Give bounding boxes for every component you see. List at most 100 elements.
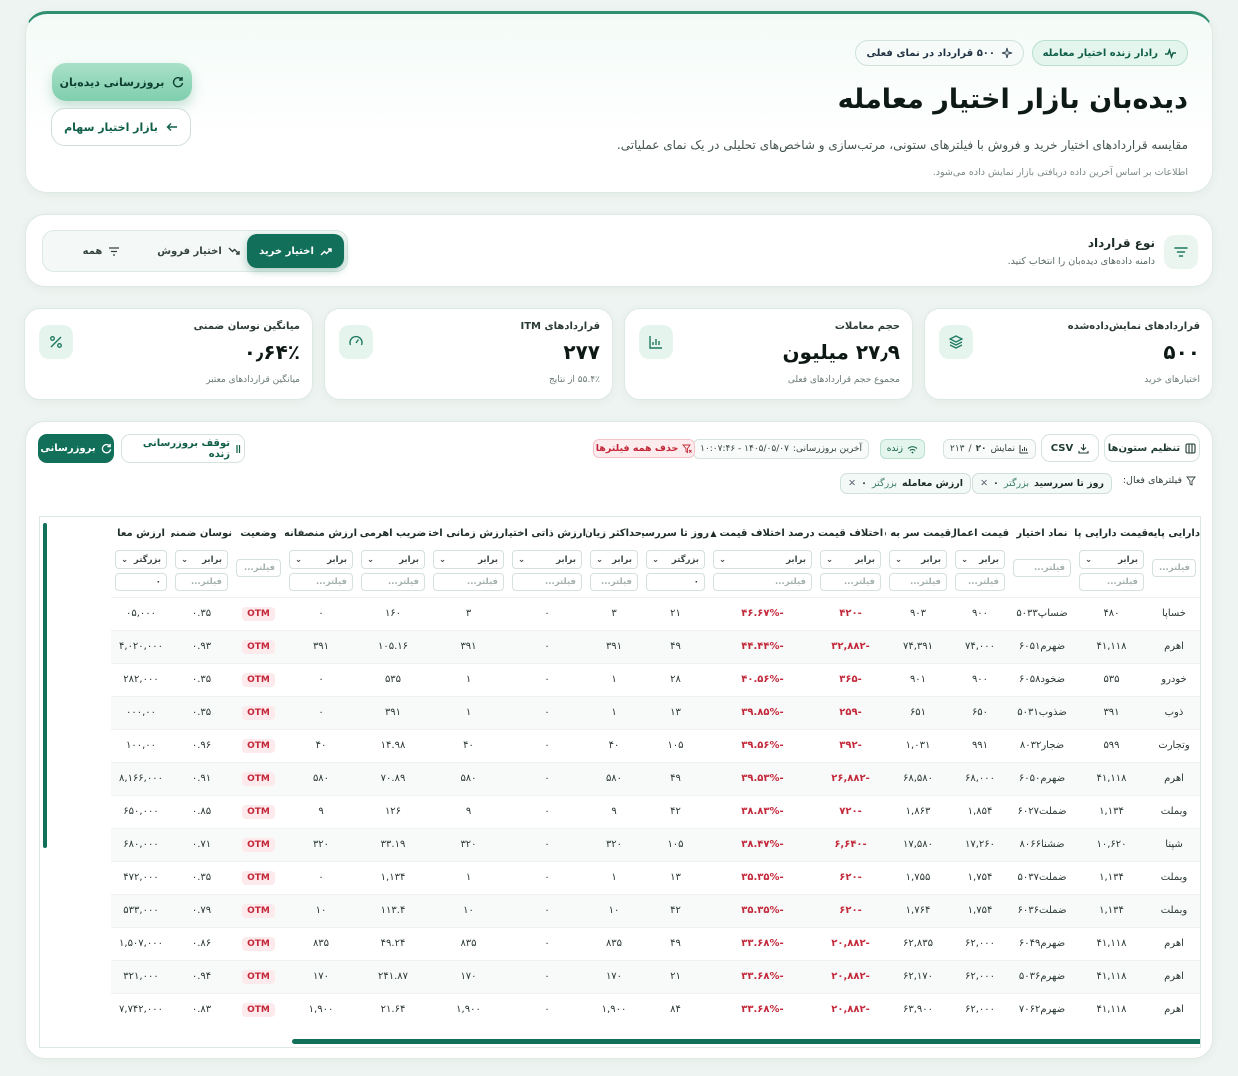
filter-value-input[interactable]: فیلتر... xyxy=(289,573,353,591)
table-cell: ۱۱۳.۴ xyxy=(357,893,429,927)
filter-operator-select[interactable]: برابر ⌄ xyxy=(433,550,504,569)
table-cell: -۷۲۰ xyxy=(816,794,885,828)
table-row[interactable]: وبملت ۱,۱۳۴ ضملت۵۰۳۷ ۱,۷۵۴ ۱,۷۵۵ -۶۲۰ -۳۵.۳۵% ۱… xyxy=(111,860,1200,894)
filter-operator-select[interactable]: برابر ⌄ xyxy=(361,550,425,569)
filter-value-input[interactable]: فیلتر... xyxy=(1079,573,1144,591)
table-cell: ۶۵۱ xyxy=(885,695,951,729)
segment-call[interactable]: اختیار خرید xyxy=(247,234,344,268)
filter-value-input[interactable]: فیلتر... xyxy=(955,573,1005,591)
stock-options-button[interactable]: بازار اختیار سهام xyxy=(51,108,191,146)
horizontal-scrollbar[interactable] xyxy=(292,1039,1200,1044)
table-cell: ۱۷۰ xyxy=(429,959,508,993)
close-icon[interactable]: ✕ xyxy=(848,478,856,489)
filter-value-input[interactable]: فیلتر... xyxy=(175,573,228,591)
status-badge: OTM xyxy=(242,936,275,951)
filter-operator-select[interactable]: برابر ⌄ xyxy=(955,550,1005,569)
segment-put[interactable]: اختیار فروش xyxy=(150,234,247,268)
column-header[interactable]: درصد اختلاف قیمت▲ xyxy=(709,517,816,545)
column-header[interactable]: قیمت اعمال xyxy=(951,517,1009,545)
table-row[interactable]: اهرم ۴۱,۱۱۸ ضهرم۶۰۵۰ ۶۸,۰۰۰ ۶۸,۵۸۰ -۲۶,۸۸۲ -۳۹… xyxy=(111,761,1200,795)
filter-value-input[interactable]: فیلتر... xyxy=(512,573,582,591)
table-cell: ۴۲ xyxy=(642,893,709,927)
table-cell: ۵۹۹ xyxy=(1075,728,1148,762)
csv-export-button[interactable]: CSV xyxy=(1041,434,1099,462)
column-header[interactable]: ارزش ذاتی اختیار xyxy=(508,517,586,545)
refresh-watch-button[interactable]: بروزرسانی دیده‌بان xyxy=(52,63,192,101)
table-row[interactable]: وبملت ۱,۱۳۴ ضملت۶۰۲۷ ۱,۸۵۴ ۱,۸۶۳ -۷۲۰ -۳۸.۸۳% ۴… xyxy=(111,794,1200,828)
filter-value-input[interactable]: فیلتر... xyxy=(361,573,425,591)
display-count-chip: نمایش ۲۰ / ۲۱۳ xyxy=(943,439,1036,459)
filter-operator-select[interactable]: برابر ⌄ xyxy=(289,550,353,569)
pause-live-button[interactable]: توقف بروزرسانی زنده xyxy=(121,434,245,463)
filter-operator-select[interactable]: برابر ⌄ xyxy=(512,550,582,569)
table-row[interactable]: وتجارت ۵۹۹ ضجار۸۰۳۲ ۹۹۱ ۱,۰۳۱ -۳۹۲ -۳۹.۵۶% ۱۰۵ ۴… xyxy=(111,728,1200,762)
status-badge: OTM xyxy=(242,870,275,885)
table-cell: ۳۹۱ xyxy=(586,629,642,663)
filter-value-input[interactable]: فیلتر... xyxy=(889,573,947,591)
table-refresh-button[interactable]: بروزرسانی xyxy=(38,434,114,463)
table-cell: ضهرم۵۰۳۶ xyxy=(1009,959,1075,993)
column-header[interactable]: نماد اختیار xyxy=(1009,517,1075,545)
filter-operator-select[interactable]: برابر ⌄ xyxy=(889,550,947,569)
filter-value-input[interactable]: ۰ xyxy=(115,573,167,591)
table-row[interactable]: اهرم ۴۱,۱۱۸ ضهرم۷۰۶۲ ۶۲,۰۰۰ ۶۳,۹۰۰ -۲۰,۸۸۲ -۳۳… xyxy=(111,992,1200,1026)
table-row[interactable]: اهرم ۴۱,۱۱۸ ضهرم۶۰۵۱ ۷۴,۰۰۰ ۷۴,۳۹۱ -۳۲,۸۸۲ -۴۴… xyxy=(111,629,1200,663)
table-cell: ۵۳۵ xyxy=(357,662,429,696)
filter-value-input[interactable]: فیلتر... xyxy=(713,573,812,591)
table-cell: ۰ xyxy=(508,860,586,894)
stat-label: قراردادهای ITM xyxy=(520,321,600,332)
column-header[interactable]: ارزش زمانی اختیار xyxy=(429,517,508,545)
page-note: اطلاعات بر اساس آخرین داده دریافتی بازار… xyxy=(932,167,1188,178)
table-row[interactable]: وبملت ۱,۱۳۴ ضملت۶۰۳۶ ۱,۷۵۴ ۱,۷۶۴ -۶۲۰ -۳۵.۳۵% ۴… xyxy=(111,893,1200,927)
filter-value-input[interactable]: فیلتر... xyxy=(820,573,881,591)
table-cell: ۹۰۰ xyxy=(951,662,1009,696)
column-header[interactable]: ارزش معا xyxy=(111,517,171,545)
options-grid[interactable]: دارایی پایهقیمت دارایی پایهنماد اختیارقی… xyxy=(39,516,1201,1048)
table-cell: اهرم xyxy=(1148,992,1200,1026)
filter-operator-select[interactable]: برابر ⌄ xyxy=(175,550,228,569)
stat-card-iv: میانگین نوسان ضمنی ۰٫۶۴٪ میانگین قرارداد… xyxy=(24,308,313,400)
filter-operator-select[interactable]: بزرگتر ⌄ xyxy=(115,550,167,569)
filter-value-input[interactable]: فیلتر... xyxy=(590,573,638,591)
vertical-scrollbar[interactable] xyxy=(43,523,47,848)
filter-value-input[interactable]: فیلتر... xyxy=(433,573,504,591)
table-row[interactable]: خودرو ۵۳۵ ضخود۶۰۵۸ ۹۰۰ ۹۰۱ -۳۶۵ -۴۰.۵۶% ۲۸ ۱ ۰ ۱ ۵۳… xyxy=(111,662,1200,696)
filter-operator-select[interactable]: برابر ⌄ xyxy=(1079,550,1144,569)
filter-operator-select[interactable]: برابر ⌄ xyxy=(590,550,638,569)
clear-filters-button[interactable]: حذف همه فیلترها xyxy=(593,439,695,458)
filter-operator-select[interactable]: برابر ⌄ xyxy=(820,550,881,569)
filter-text-input[interactable]: فیلتر... xyxy=(1152,559,1196,577)
close-icon[interactable]: ✕ xyxy=(980,478,988,489)
filter-operator-select[interactable]: بزرگتر ⌄ xyxy=(646,550,705,569)
column-header[interactable]: ضریب اهرمی xyxy=(357,517,429,545)
column-header[interactable]: وضعیت xyxy=(232,517,285,545)
table-row[interactable]: اهرم ۴۱,۱۱۸ ضهرم۶۰۴۹ ۶۲,۰۰۰ ۶۲,۸۳۵ -۲۰,۸۸۲ -۳۳… xyxy=(111,926,1200,960)
column-settings-button[interactable]: تنظیم ستون‌ها xyxy=(1104,434,1200,462)
column-header[interactable]: دارایی پایه xyxy=(1148,517,1200,545)
active-filter-chip[interactable]: ارزش معامله بزرگتر ۰ ✕ xyxy=(840,473,971,494)
table-row[interactable]: اهرم ۴۱,۱۱۸ ضهرم۵۰۳۶ ۶۲,۰۰۰ ۶۲,۱۷۰ -۲۰,۸۸۲ -۳۳… xyxy=(111,959,1200,993)
column-filter: برابر ⌄ فیلتر... xyxy=(885,545,951,597)
table-cell: ۴۹ xyxy=(642,629,709,663)
column-header[interactable]: قیمت سر به سر xyxy=(885,517,951,545)
column-header[interactable]: قیمت دارایی پایه xyxy=(1075,517,1148,545)
filter-value-input[interactable]: ۰ xyxy=(646,573,705,591)
column-header[interactable]: حداکثر زیان xyxy=(586,517,642,545)
sort-asc-icon[interactable]: ▲ xyxy=(710,529,716,538)
column-header[interactable]: نوسان ضمنی xyxy=(171,517,232,545)
active-filter-chip[interactable]: روز تا سررسید بزرگتر ۰ ✕ xyxy=(972,473,1112,494)
table-cell: ۱,۸۵۴ xyxy=(951,794,1009,828)
filter-text-input[interactable]: فیلتر... xyxy=(236,559,281,577)
table-cell: -۴۴.۴۴% xyxy=(709,629,816,663)
filter-operator-select[interactable]: برابر ⌄ xyxy=(713,550,812,569)
filter-text-input[interactable]: فیلتر... xyxy=(1013,559,1071,577)
column-header[interactable]: روز تا سررسید xyxy=(642,517,709,545)
table-row[interactable]: ذوب ۳۹۱ ضذوب۵۰۳۱ ۶۵۰ ۶۵۱ -۲۵۹ -۳۹.۸۵% ۱۳ ۱ ۰ ۱ ۳۹۱ ۰… xyxy=(111,695,1200,729)
table-row[interactable]: خساپا ۴۸۰ ضساپ۵۰۳۳ ۹۰۰ ۹۰۳ -۴۲۰ -۴۶.۶۷% ۲۱ ۳ ۰ ۳ ۱۶… xyxy=(111,596,1200,630)
column-header[interactable]: ارزش منصفانه xyxy=(285,517,357,545)
segment-all[interactable]: همه xyxy=(53,234,150,268)
stat-label: میانگین نوسان ضمنی xyxy=(193,321,300,332)
column-header[interactable]: اختلاف قیمت xyxy=(816,517,885,545)
table-row[interactable]: شپنا ۱۰,۶۲۰ ضشنا۸۰۶۶ ۱۷,۲۶۰ ۱۷,۵۸۰ -۶,۶۴۰ -۳۸.… xyxy=(111,827,1200,861)
table-cell: ۶۵۰,۰۰۰ xyxy=(111,794,171,828)
